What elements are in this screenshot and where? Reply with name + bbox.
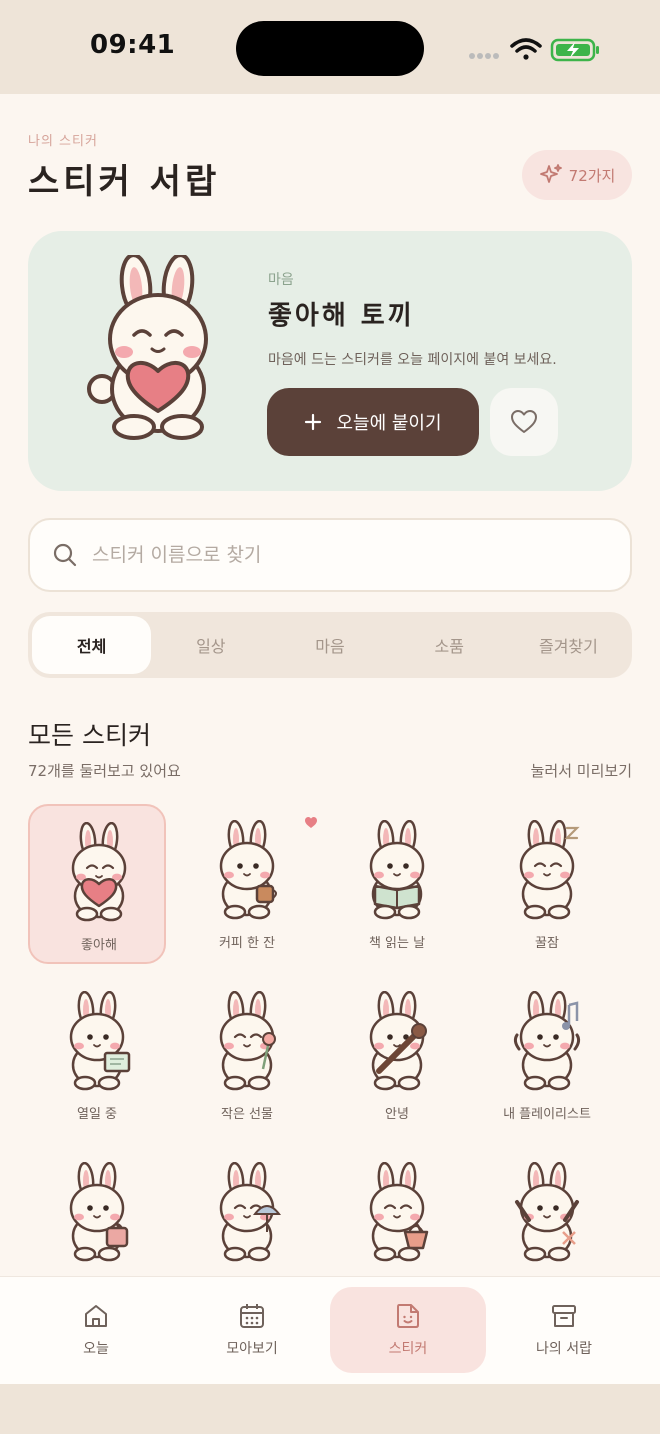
search-bar[interactable]	[28, 518, 632, 592]
preview-hint: 눌러서 미리보기	[530, 762, 632, 780]
basket-prop	[403, 1230, 429, 1250]
favorite-heart-icon	[305, 817, 317, 828]
tab-bar-sticker[interactable]: 스티커	[330, 1287, 486, 1373]
add-to-today-label: 오늘에 붙이기	[336, 413, 442, 434]
status-bar: 09:41	[0, 0, 660, 94]
bunny-sticker-image	[513, 991, 581, 1091]
sticker-tile[interactable]: 커피 한 잔	[178, 804, 317, 964]
sticker-tile[interactable]: 안녕	[328, 975, 466, 1135]
tab-items[interactable]: 소품	[390, 616, 509, 674]
sticker-label: 작은 선물	[221, 1107, 273, 1122]
bunny-sticker-image	[519, 820, 580, 920]
laptop-prop	[103, 1051, 131, 1073]
page-title: 스티커 서랍	[28, 162, 221, 202]
status-icons	[469, 38, 599, 62]
bunny-sticker-image	[69, 1162, 129, 1262]
bunny-sticker-image	[219, 991, 276, 1091]
sticker-label: 책 읽는 날	[368, 936, 426, 951]
sticker-tile[interactable]: 좋아해	[28, 804, 166, 964]
tab-bar-collection-label: 모아보기	[226, 1341, 278, 1357]
coffee-cup-prop	[255, 884, 275, 904]
sticker-count-badge[interactable]: 72가지	[522, 150, 632, 200]
tab-bar-my-drawer-label: 나의 서랍	[536, 1341, 592, 1357]
tab-bar-sticker-label: 스티커	[388, 1341, 428, 1357]
bunny-sticker-image	[369, 820, 425, 920]
tab-daily[interactable]: 일상	[151, 616, 270, 674]
bag-prop	[105, 1226, 129, 1248]
bunny-sticker-image	[369, 1162, 429, 1262]
favorite-button[interactable]	[490, 388, 558, 456]
category-tabs: 전체 일상 마음 소품 즐겨찾기	[28, 612, 632, 678]
bunny-sticker-image	[71, 822, 127, 922]
tab-favorites[interactable]: 즐겨찾기	[509, 616, 628, 674]
sticker-label: 안녕	[385, 1107, 409, 1122]
featured-sticker-card: 마음 좋아해 토끼 마음에 드는 스티커를 오늘 페이지에 붙여 보세요. 오늘…	[28, 231, 632, 491]
sticker-tile[interactable]: 책 읽는 날	[328, 804, 466, 964]
heart-outline-icon	[511, 410, 537, 433]
battery-icon	[550, 38, 599, 62]
status-time: 09:41	[90, 30, 176, 60]
add-to-today-button[interactable]: 오늘에 붙이기	[267, 388, 479, 456]
featured-description: 마음에 드는 스티커를 오늘 페이지에 붙여 보세요.	[268, 352, 557, 368]
sticker-label: 내 플레이리스트	[503, 1107, 591, 1122]
sticker-drawer-screen: 나의 스티커 스티커 서랍 72가지 마음 좋아해 토끼 마음에 드는 스티커를…	[0, 94, 660, 1384]
bunny-sticker-image	[369, 991, 427, 1091]
search-input[interactable]	[92, 544, 572, 566]
sticker-label: 좋아해	[81, 938, 117, 953]
zzz-prop	[564, 826, 580, 840]
sticker-label: 꿀잠	[535, 936, 559, 951]
tab-all[interactable]: 전체	[32, 616, 152, 674]
home-icon	[85, 1305, 107, 1327]
tab-bar-today[interactable]: 오늘	[18, 1287, 174, 1373]
sticker-tile[interactable]: 열일 중	[28, 975, 166, 1135]
wifi-icon	[510, 38, 542, 60]
featured-bunny-sticker[interactable]	[86, 255, 226, 445]
bunny-sticker-image	[69, 991, 131, 1091]
sticker-label: 열일 중	[76, 1107, 117, 1122]
bunny-sticker-image	[219, 820, 277, 920]
tab-bar-my-drawer[interactable]: 나의 서랍	[486, 1287, 642, 1373]
home-indicator-area	[0, 1384, 660, 1434]
tab-bar-collection[interactable]: 모아보기	[174, 1287, 330, 1373]
bottom-tab-bar: 오늘 모아보기 스티커 나의 서랍	[0, 1276, 660, 1384]
sticker-tile[interactable]: 작은 선물	[178, 975, 316, 1135]
calendar-icon	[240, 1304, 264, 1328]
featured-sticker-name: 좋아해 토끼	[268, 301, 415, 331]
header-subtitle: 나의 스티커	[28, 134, 98, 149]
bunny-sticker-image	[219, 1162, 282, 1262]
plus-icon	[305, 413, 322, 431]
search-icon	[53, 543, 77, 567]
tab-bar-today-label: 오늘	[83, 1341, 109, 1357]
tab-heart[interactable]: 마음	[270, 616, 389, 674]
sticker-tile[interactable]: 꿀잠	[478, 804, 616, 964]
music-note-prop	[567, 1001, 579, 1025]
section-subtitle: 72개를 둘러보고 있어요	[28, 762, 181, 780]
sticker-tile[interactable]: 내 플레이리스트	[478, 975, 616, 1135]
cellular-signal-icon	[469, 53, 499, 59]
sticker-label: 커피 한 잔	[218, 936, 276, 951]
sparkle-icon	[539, 164, 562, 183]
dynamic-island	[236, 21, 424, 76]
bunny-sticker-image	[515, 1162, 579, 1262]
featured-category: 마음	[268, 272, 294, 288]
section-title: 모든 스티커	[28, 721, 151, 750]
sticker-count-label: 72가지	[568, 166, 616, 185]
archive-icon	[552, 1305, 576, 1327]
sticker-icon	[397, 1304, 419, 1328]
